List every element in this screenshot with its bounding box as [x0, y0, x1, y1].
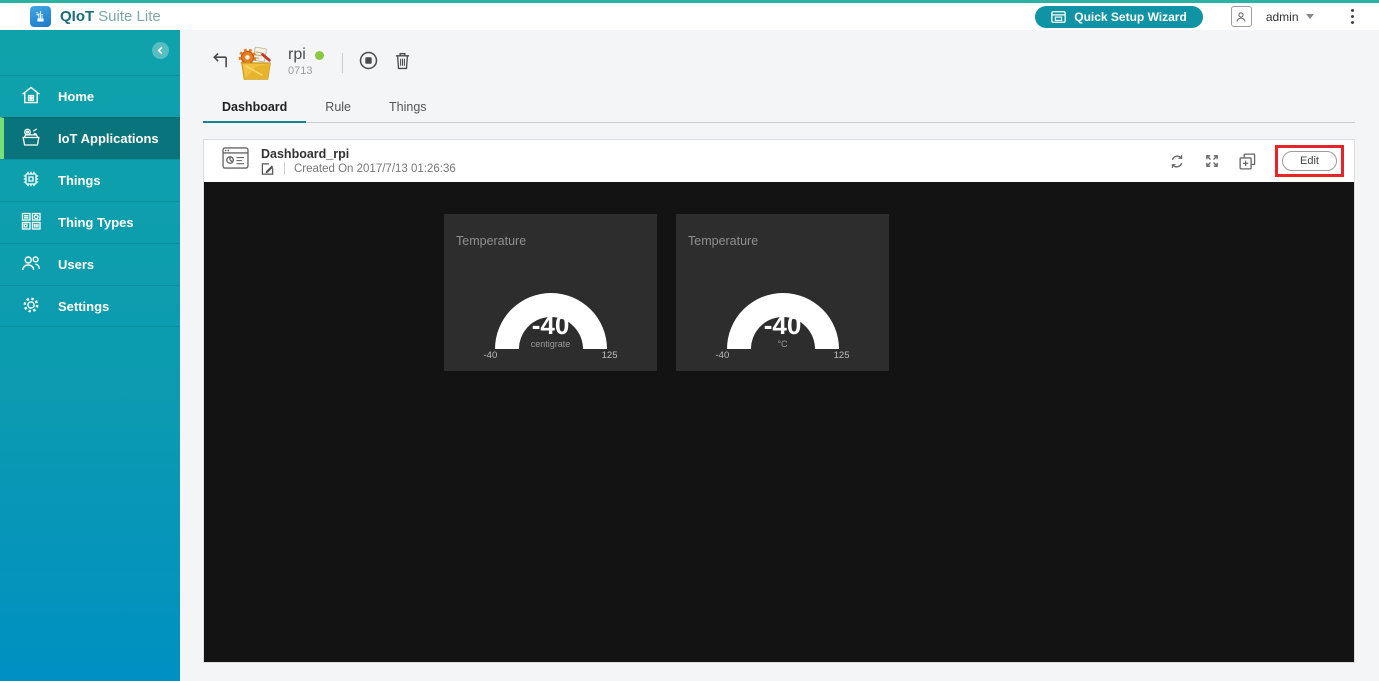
gauge-arc: -40 centigrate — [495, 293, 607, 349]
quick-setup-wizard-button[interactable]: Quick Setup Wizard — [1035, 6, 1203, 28]
meta-divider — [284, 162, 285, 175]
topbar: QIoTSuite Lite Quick Setup Wizard admin — [0, 3, 1379, 30]
main-content: rpi 0713 Dashboard — [180, 30, 1379, 681]
wizard-window-icon — [1051, 11, 1066, 23]
widget-title: Temperature — [444, 214, 657, 248]
fullscreen-icon[interactable] — [1204, 153, 1220, 169]
tab-things[interactable]: Things — [370, 94, 446, 122]
users-icon — [19, 251, 43, 278]
app-header: rpi 0713 — [180, 30, 1379, 90]
sidebar-nav: Home IoT Applications — [0, 75, 180, 327]
gauge-unit: centigrate — [495, 340, 607, 349]
dashboard-panel: Dashboard_rpi Created On 2017/7/13 01:26… — [203, 139, 1355, 663]
dashboard-toolbar: Dashboard_rpi Created On 2017/7/13 01:26… — [204, 140, 1354, 182]
dashboard-name: Dashboard_rpi — [261, 147, 456, 161]
user-profile-icon[interactable] — [1231, 6, 1252, 27]
gauge-min: -40 — [716, 350, 730, 361]
widget-title: Temperature — [676, 214, 889, 248]
edit-dashboard-button[interactable]: Edit — [1282, 151, 1337, 171]
brand-rest: Suite Lite — [98, 8, 161, 25]
delete-app-icon[interactable] — [394, 51, 411, 75]
more-options-icon[interactable] — [1348, 6, 1358, 28]
sidebar-item-label: Home — [58, 89, 94, 104]
dashboard-window-icon — [222, 147, 249, 175]
sidebar: Home IoT Applications — [0, 30, 180, 681]
gauge-arc: -40 °C — [727, 293, 839, 349]
chevron-down-icon — [1306, 14, 1314, 19]
gauge-widget-2[interactable]: Temperature -40 °C -40 125 — [676, 214, 889, 371]
home-icon — [19, 83, 43, 110]
sidebar-item-label: IoT Applications — [58, 131, 159, 146]
sidebar-item-settings[interactable]: Settings — [0, 285, 180, 327]
gauge-max: 125 — [834, 350, 850, 361]
sidebar-item-label: Things — [58, 173, 101, 188]
toolbox-icon — [19, 125, 43, 152]
refresh-icon[interactable] — [1169, 153, 1185, 170]
sidebar-collapse-icon[interactable] — [152, 42, 169, 59]
gauge-widget-1[interactable]: Temperature -40 centigrate -40 125 — [444, 214, 657, 371]
brand-bold: QIoT — [60, 8, 94, 25]
annotation-highlight-box: Edit — [1275, 145, 1344, 177]
qiot-logo-icon — [30, 6, 51, 27]
user-menu[interactable]: admin — [1266, 10, 1314, 24]
username: admin — [1266, 10, 1299, 24]
quick-setup-wizard-label: Quick Setup Wizard — [1074, 10, 1187, 24]
gauge-chart: -40 centigrate -40 125 — [444, 293, 657, 361]
sidebar-item-things[interactable]: Things — [0, 159, 180, 201]
tab-dashboard[interactable]: Dashboard — [203, 94, 306, 123]
dashboard-created-on: Created On 2017/7/13 01:26:36 — [294, 163, 456, 175]
app-id: 0713 — [288, 65, 324, 77]
gauge-min: -40 — [484, 350, 498, 361]
add-widget-icon[interactable] — [1239, 153, 1256, 170]
rename-dashboard-icon[interactable] — [261, 162, 275, 176]
sidebar-item-home[interactable]: Home — [0, 75, 180, 117]
iot-app-icon — [237, 46, 275, 87]
sidebar-item-iot-applications[interactable]: IoT Applications — [0, 117, 180, 159]
sidebar-item-thing-types[interactable]: Thing Types — [0, 201, 180, 243]
stop-app-icon[interactable] — [359, 51, 378, 75]
tab-rule[interactable]: Rule — [306, 94, 370, 122]
back-icon[interactable] — [210, 52, 229, 76]
chip-icon — [19, 167, 43, 194]
dashboard-canvas: Temperature -40 centigrate -40 125 Tempe… — [204, 182, 1354, 662]
brand-title: QIoTSuite Lite — [60, 8, 161, 25]
gauge-max: 125 — [602, 350, 618, 361]
sidebar-item-users[interactable]: Users — [0, 243, 180, 285]
gear-icon — [19, 293, 43, 320]
grid-icon — [19, 209, 43, 236]
gauge-value: -40 — [727, 312, 839, 338]
sidebar-item-label: Thing Types — [58, 215, 134, 230]
gauge-value: -40 — [495, 312, 607, 338]
tab-bar: Dashboard Rule Things — [203, 94, 1355, 123]
header-divider — [342, 53, 343, 73]
status-running-dot — [315, 51, 324, 60]
sidebar-item-label: Users — [58, 257, 94, 272]
sidebar-item-label: Settings — [58, 299, 109, 314]
gauge-chart: -40 °C -40 125 — [676, 293, 889, 361]
app-title: rpi — [288, 46, 306, 64]
gauge-unit: °C — [727, 340, 839, 349]
